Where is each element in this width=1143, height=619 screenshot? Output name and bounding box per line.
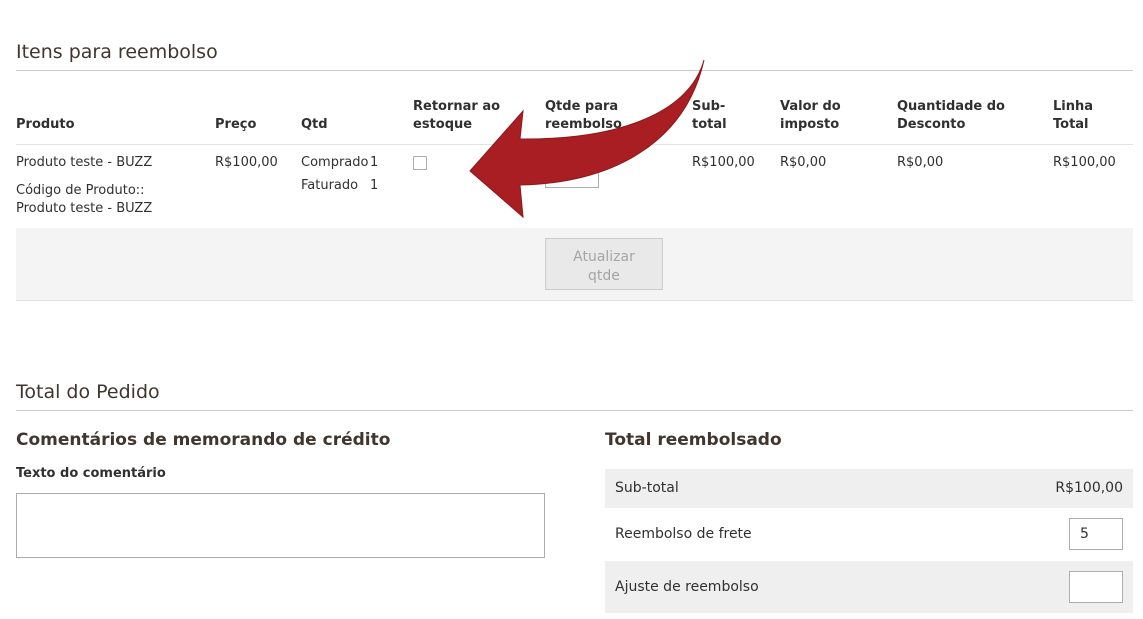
update-qty-button[interactable]: Atualizar qtde (545, 238, 663, 290)
totals-subtotal-label: Sub-total (615, 480, 679, 496)
shipping-refund-label: Reembolso de frete (615, 526, 752, 542)
item-tax: R$0,00 (780, 155, 827, 170)
item-row-total: R$100,00 (1053, 155, 1116, 170)
totals-row-subtotal: Sub-total R$100,00 (605, 469, 1133, 508)
invoiced-label: Faturado (301, 178, 359, 193)
comment-textarea[interactable] (16, 493, 545, 558)
item-price: R$100,00 (215, 155, 278, 170)
header-subtotal-line1: Sub- (692, 99, 726, 114)
header-tax-amount-line2: imposto (780, 117, 840, 132)
header-return-to-stock-line2: estoque (413, 117, 473, 132)
adjustment-refund-input[interactable] (1069, 571, 1123, 603)
invoiced-qty: 1 (370, 178, 379, 193)
header-qty-to-refund-line1: Qtde para (545, 99, 619, 114)
header-tax-amount: Valor do imposto (780, 98, 841, 134)
header-return-to-stock: Retornar ao estoque (413, 98, 500, 134)
header-subtotal-line2: total (692, 117, 727, 132)
qty-to-refund-input[interactable] (545, 152, 599, 188)
header-row-total-line1: Linha (1053, 99, 1094, 114)
adjustment-refund-label: Ajuste de reembolso (615, 579, 759, 595)
header-qty: Qtd (301, 117, 328, 132)
header-price: Preço (215, 117, 257, 132)
item-subtotal: R$100,00 (692, 155, 755, 170)
update-qty-button-line2: qtde (588, 267, 620, 284)
product-sku-label: Código de Produto:: (16, 183, 145, 198)
comment-text-label: Texto do comentário (16, 466, 166, 481)
ordered-qty: 1 (370, 155, 379, 170)
header-product: Produto (16, 117, 75, 132)
header-subtotal: Sub- total (692, 98, 727, 134)
header-row-total: Linha Total (1053, 98, 1093, 134)
header-qty-to-refund: Qtde para reembolso (545, 98, 622, 134)
header-qty-to-refund-line2: reembolso (545, 117, 622, 132)
header-discount-amount-line2: Desconto (897, 117, 966, 132)
header-row-total-line2: Total (1053, 117, 1089, 132)
product-name: Produto teste - BUZZ (16, 155, 153, 170)
refund-items-title: Itens para reembolso (16, 40, 1133, 71)
memo-comments-title: Comentários de memorando de crédito (16, 430, 391, 450)
product-sku-value: Produto teste - BUZZ (16, 201, 153, 216)
refund-totals-title: Total reembolsado (605, 430, 782, 450)
header-return-to-stock-line1: Retornar ao (413, 99, 501, 114)
update-qty-button-line1: Atualizar (573, 248, 635, 265)
totals-row-shipping: Reembolso de frete (605, 508, 1133, 561)
totals-row-adjustment: Ajuste de reembolso (605, 561, 1133, 613)
return-to-stock-checkbox[interactable] (413, 156, 427, 170)
curved-arrow-icon (469, 59, 705, 219)
header-discount-amount: Quantidade do Desconto (897, 98, 1005, 134)
header-divider (16, 144, 1133, 145)
header-discount-amount-line1: Quantidade do (897, 99, 1005, 114)
shipping-refund-input[interactable] (1069, 518, 1123, 550)
totals-subtotal-value: R$100,00 (1055, 480, 1123, 496)
ordered-label: Comprado (301, 155, 369, 170)
header-tax-amount-line1: Valor do (780, 99, 841, 114)
item-discount: R$0,00 (897, 155, 944, 170)
order-total-title: Total do Pedido (16, 380, 1133, 411)
